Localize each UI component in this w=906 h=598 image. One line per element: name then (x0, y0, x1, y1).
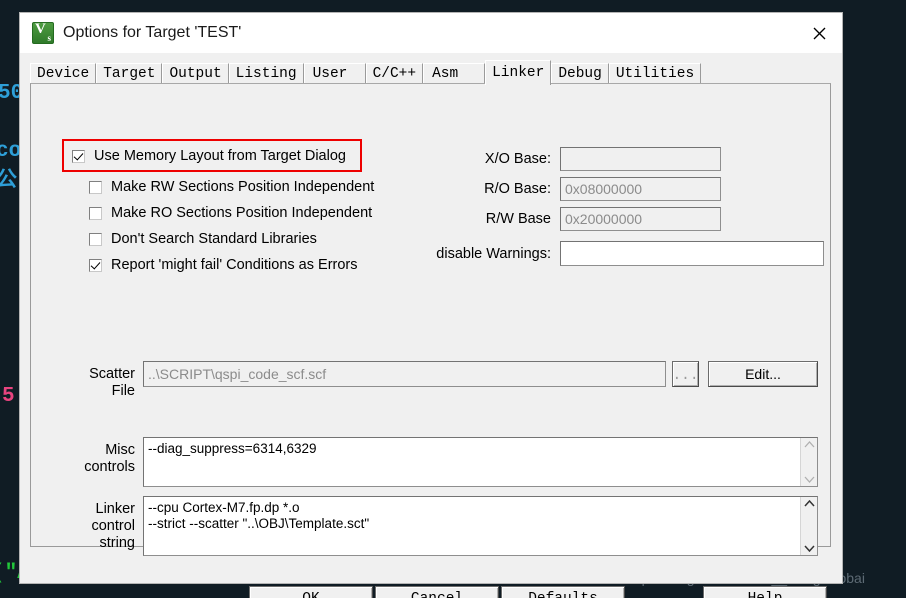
disable-warnings-label: disable Warnings: (436, 245, 551, 262)
scatter-file-edit-button[interactable]: Edit... (708, 361, 818, 387)
misc-controls-scrollbar[interactable] (800, 438, 817, 486)
checkbox-label: Don't Search Standard Libraries (111, 231, 317, 247)
xo-base-label: X/O Base: (484, 151, 551, 167)
checkbox-box (89, 232, 102, 246)
ro-base-input[interactable]: 0x08000000 (560, 177, 721, 201)
keil-uvision-icon (32, 21, 54, 44)
rw-base-input[interactable]: 0x20000000 (560, 207, 721, 231)
scatter-file-label: Scatter File (89, 366, 135, 399)
tab-listing[interactable]: Listing (228, 63, 304, 84)
scatter-file-input[interactable]: ..\SCRIPT\qspi_code_scf.scf (143, 361, 666, 387)
ro-base-label: R/O Base: (484, 181, 551, 197)
defaults-button[interactable]: Defaults (501, 586, 625, 598)
checkbox-label: Report 'might fail' Conditions as Errors (111, 257, 358, 273)
field-row-rw-base: R/W Base 0x20000000 (426, 207, 721, 231)
dialog-title: Options for Target 'TEST' (63, 24, 242, 41)
checkbox-box (72, 149, 85, 163)
linker-control-string-scrollbar[interactable] (800, 497, 817, 555)
tab-utilities[interactable]: Utilities (608, 63, 702, 84)
field-row-xo-base: X/O Base: (426, 147, 721, 171)
checkbox-box (89, 206, 102, 220)
tabstrip: Device Target Output Listing User C/C++ … (30, 59, 832, 85)
dialog-titlebar: Options for Target 'TEST' (20, 13, 842, 53)
tab-debug[interactable]: Debug (551, 63, 609, 84)
linker-control-string-value: --cpu Cortex-M7.fp.dp *.o --strict --sca… (148, 500, 370, 531)
tab-linker[interactable]: Linker (485, 60, 552, 85)
checkbox-box (89, 258, 102, 272)
checkbox-label: Make RW Sections Position Independent (111, 179, 375, 195)
code-fragment: 公 (0, 170, 17, 193)
checkbox-dont-search-standard-libraries[interactable]: Don't Search Standard Libraries (89, 231, 317, 247)
scatter-file-browse-button[interactable]: ... (672, 361, 699, 387)
misc-controls-label: Misc controls (84, 442, 135, 475)
tab-device[interactable]: Device (30, 63, 97, 84)
chevron-up-icon (803, 500, 815, 507)
tab-c-cpp[interactable]: C/C++ (365, 63, 424, 84)
xo-base-input[interactable] (560, 147, 721, 171)
tab-user[interactable]: User (303, 63, 366, 84)
cancel-button[interactable]: Cancel (375, 586, 499, 598)
close-button[interactable] (796, 13, 842, 53)
ok-button[interactable]: OK (249, 586, 373, 598)
tab-target[interactable]: Target (96, 63, 163, 84)
checkbox-box (89, 180, 102, 194)
field-row-ro-base: R/O Base: 0x08000000 (426, 177, 721, 201)
close-icon (813, 27, 825, 39)
chevron-down-icon (803, 545, 815, 552)
help-button[interactable]: Help (703, 586, 827, 598)
options-dialog: Options for Target 'TEST' Device Target … (19, 12, 843, 598)
chevron-down-icon (804, 476, 814, 483)
linker-control-string-label: Linker control string (91, 501, 135, 551)
checkbox-make-ro-position-independent[interactable]: Make RO Sections Position Independent (89, 205, 372, 221)
linker-control-string-textarea[interactable]: --cpu Cortex-M7.fp.dp *.o --strict --sca… (143, 496, 818, 556)
code-fragment: 5 (2, 385, 15, 408)
tab-asm[interactable]: Asm (423, 63, 486, 84)
tab-output[interactable]: Output (162, 63, 229, 84)
disable-warnings-input[interactable] (560, 241, 824, 266)
chevron-up-icon (804, 441, 814, 448)
checkbox-label: Make RO Sections Position Independent (111, 205, 373, 221)
misc-controls-textarea[interactable]: --diag_suppress=6314,6329 (143, 437, 818, 487)
checkbox-make-rw-position-independent[interactable]: Make RW Sections Position Independent (89, 179, 374, 195)
screen-root: 50 co 公 5 ("ALIENTEK" ,24) ; https://blo… (0, 0, 906, 598)
field-row-disable-warnings: disable Warnings: (426, 241, 824, 266)
misc-controls-value: --diag_suppress=6314,6329 (148, 441, 317, 456)
checkbox-use-memory-layout[interactable]: Use Memory Layout from Target Dialog (72, 148, 346, 164)
checkbox-label: Use Memory Layout from Target Dialog (94, 148, 346, 164)
checkbox-report-might-fail-as-errors[interactable]: Report 'might fail' Conditions as Errors (89, 257, 358, 273)
dialog-body: Device Target Output Listing User C/C++ … (20, 53, 842, 598)
rw-base-label: R/W Base (485, 211, 551, 227)
